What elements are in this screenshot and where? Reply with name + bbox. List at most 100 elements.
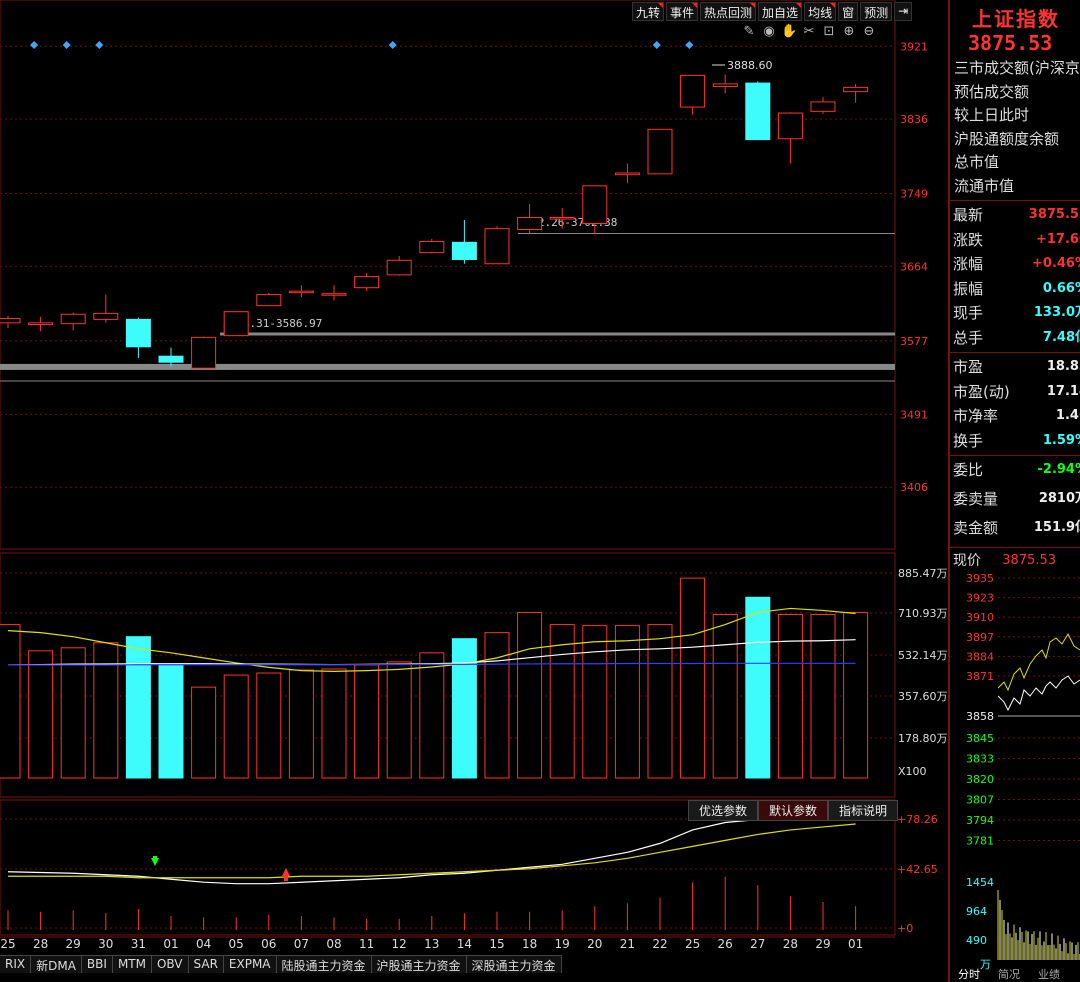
collapse-arrow-icon[interactable]: ⇥: [894, 2, 913, 21]
mini-tick-green: 3794: [966, 814, 994, 827]
candle-body[interactable]: [93, 312, 119, 320]
intraday-mini-chart[interactable]: 3935 3923 3910 3897 3884 3871 3858 3845 3833 3820…: [950, 570, 1080, 980]
toolbar-btn-0[interactable]: 九转: [632, 2, 665, 21]
candle-body[interactable]: [517, 217, 543, 230]
param-button-2[interactable]: 指标说明: [828, 800, 899, 821]
candle-body[interactable]: [321, 293, 347, 296]
market-info-1[interactable]: 预估成交额: [950, 81, 1080, 105]
candle-body[interactable]: [28, 322, 54, 326]
indicator-tab-7[interactable]: 陆股通主力资金: [276, 955, 372, 973]
toolbar-btn-3[interactable]: 加自选: [758, 2, 803, 21]
mini-tab-0[interactable]: 分时: [958, 968, 980, 980]
mini-tab-2[interactable]: 业绩: [1038, 968, 1060, 980]
volume-tick-label: 710.93万: [898, 607, 948, 620]
indicator-tab-9[interactable]: 深股通主力资金: [466, 955, 562, 973]
candle-body[interactable]: [745, 82, 771, 141]
kline-chart-area[interactable]: 39213836374936643577349134063888.603702.…: [0, 0, 948, 982]
indicator-tab-5[interactable]: SAR: [188, 955, 224, 973]
candle-body[interactable]: [549, 217, 575, 220]
volume-bar[interactable]: [288, 669, 314, 779]
volume-bar[interactable]: [419, 652, 445, 779]
candle-body[interactable]: [777, 112, 803, 140]
indicator-tab-1[interactable]: 新DMA: [31, 955, 82, 973]
volume-bar[interactable]: [484, 632, 510, 779]
toolbar-btn-6[interactable]: 预测: [860, 2, 893, 21]
indicator-tab-0[interactable]: RIX: [0, 955, 32, 973]
volume-bar[interactable]: [451, 638, 477, 779]
candle-body[interactable]: [288, 290, 314, 294]
volume-bar[interactable]: [354, 664, 380, 779]
volume-bar[interactable]: [777, 613, 803, 779]
candle-body[interactable]: [60, 313, 86, 325]
scissors-icon[interactable]: ✂: [801, 24, 817, 39]
volume-bar[interactable]: [60, 647, 86, 779]
zoom-in-icon[interactable]: ⊕: [841, 24, 857, 39]
mini-tab-1[interactable]: 简况: [998, 967, 1020, 980]
candle-body[interactable]: [451, 241, 477, 260]
indicator-tab-4[interactable]: OBV: [151, 955, 189, 973]
volume-bar[interactable]: [158, 664, 184, 779]
toolbar-btn-1[interactable]: 事件: [666, 2, 699, 21]
param-button-1[interactable]: 默认参数: [758, 800, 829, 821]
candle-body[interactable]: [419, 240, 445, 254]
quote-row-1: 涨跌 +17.60: [950, 228, 1080, 253]
volume-bar[interactable]: [0, 624, 21, 779]
candle-body[interactable]: [582, 185, 608, 225]
market-info-2[interactable]: 较上日此时: [950, 104, 1080, 128]
volume-bar[interactable]: [843, 611, 869, 779]
volume-bar[interactable]: [125, 636, 151, 779]
volume-bar[interactable]: [680, 577, 706, 779]
volume-bar[interactable]: [517, 611, 543, 779]
candle-body[interactable]: [0, 318, 21, 324]
zoom-out-icon[interactable]: ⊖: [861, 24, 877, 39]
volume-bar[interactable]: [712, 613, 738, 779]
candle-body[interactable]: [125, 318, 151, 348]
volume-bar[interactable]: [28, 650, 54, 779]
volume-bar[interactable]: [386, 661, 412, 779]
volume-bar[interactable]: [614, 625, 640, 779]
candle-body[interactable]: [386, 259, 412, 276]
mini-tick-red: 3935: [966, 572, 994, 585]
date-label: 25: [685, 937, 700, 951]
volume-bar[interactable]: [223, 674, 249, 779]
candle-body[interactable]: [843, 86, 869, 93]
volume-bar[interactable]: [321, 668, 347, 779]
market-info-5[interactable]: 流通市值: [950, 175, 1080, 199]
toolbar-btn-4[interactable]: 均线: [804, 2, 837, 21]
candle-body[interactable]: [256, 294, 282, 307]
toolbar-btn-5[interactable]: 窗: [838, 2, 859, 21]
pencil-icon[interactable]: ✎: [741, 24, 757, 39]
candle-body[interactable]: [614, 172, 640, 176]
lock-icon[interactable]: ⊡: [821, 24, 837, 39]
market-info-3[interactable]: 沪股通额度余额: [950, 128, 1080, 152]
market-info-4[interactable]: 总市值: [950, 151, 1080, 175]
hand-icon[interactable]: ✋: [781, 24, 797, 39]
param-button-0[interactable]: 优选参数: [688, 800, 759, 821]
volume-bar[interactable]: [582, 625, 608, 779]
indicator-tab-6[interactable]: EXPMA: [223, 955, 277, 973]
volume-bar[interactable]: [810, 613, 836, 779]
candle-body[interactable]: [810, 101, 836, 112]
volume-bar[interactable]: [256, 672, 282, 779]
volume-bar[interactable]: [93, 642, 119, 779]
date-label: 28: [33, 937, 48, 951]
eye-icon[interactable]: ◉: [761, 24, 777, 39]
indicator-tab-2[interactable]: BBI: [81, 955, 113, 973]
volume-bar[interactable]: [647, 624, 673, 779]
candle-body[interactable]: [354, 276, 380, 289]
candle-body[interactable]: [223, 311, 249, 337]
candle-body[interactable]: [484, 228, 510, 265]
indicator-tab-3[interactable]: MTM: [112, 955, 152, 973]
candle-body[interactable]: [191, 336, 217, 369]
candle-body[interactable]: [680, 74, 706, 108]
volume-bar[interactable]: [745, 596, 771, 779]
order-value: 151.9亿: [1033, 520, 1080, 535]
market-info-0[interactable]: 三市成交额(沪深京: [950, 57, 1080, 81]
volume-bar[interactable]: [191, 686, 217, 779]
toolbar-btn-2[interactable]: 热点回测: [700, 2, 757, 21]
candle-body[interactable]: [647, 128, 673, 175]
indicator-tab-8[interactable]: 沪股通主力资金: [371, 955, 467, 973]
volume-bar[interactable]: [549, 624, 575, 779]
candle-body[interactable]: [158, 355, 184, 363]
candle-body[interactable]: [712, 83, 738, 88]
